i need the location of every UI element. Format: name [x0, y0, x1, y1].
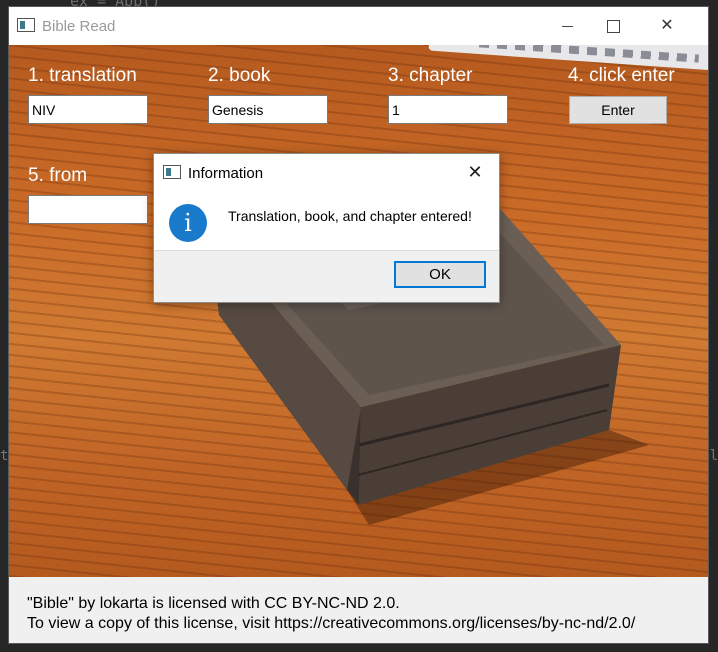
window-title: Bible Read — [42, 18, 116, 35]
dialog-button-bar: OK — [154, 250, 499, 302]
dialog-title: Information — [188, 165, 264, 182]
window-titlebar[interactable]: Bible Read ✕ — [9, 7, 708, 45]
translation-label: 1. translation — [28, 65, 137, 86]
chapter-input[interactable] — [388, 95, 508, 124]
bible-photo-background — [9, 45, 708, 577]
info-icon: i — [169, 204, 207, 242]
from-label: 5. from — [28, 165, 88, 186]
app-icon — [17, 18, 35, 32]
dialog-close-button[interactable]: ✕ — [455, 158, 495, 186]
license-footer: "Bible" by lokarta is licensed with CC B… — [9, 577, 708, 643]
minimize-button[interactable] — [544, 7, 590, 45]
from-input[interactable] — [28, 195, 148, 224]
translation-input[interactable] — [28, 95, 148, 124]
dialog-app-icon — [163, 165, 181, 179]
license-line-2: To view a copy of this license, visit ht… — [27, 615, 636, 632]
bible-book-image — [209, 185, 649, 525]
ok-button[interactable]: OK — [394, 261, 486, 288]
information-dialog: Information ✕ i Translation, book, and c… — [153, 153, 500, 303]
enter-button[interactable]: Enter — [569, 96, 667, 124]
book-label: 2. book — [208, 65, 271, 86]
dialog-message: Translation, book, and chapter entered! — [228, 208, 472, 224]
enter-label: 4. click enter — [568, 65, 675, 86]
license-line-1: "Bible" by lokarta is licensed with CC B… — [27, 595, 400, 612]
main-window: Bible Read ✕ 1. translation 2. book 3. c… — [8, 6, 709, 644]
book-input[interactable] — [208, 95, 328, 124]
chapter-label: 3. chapter — [388, 65, 473, 86]
close-button[interactable]: ✕ — [644, 7, 690, 45]
maximize-button[interactable] — [590, 7, 636, 45]
